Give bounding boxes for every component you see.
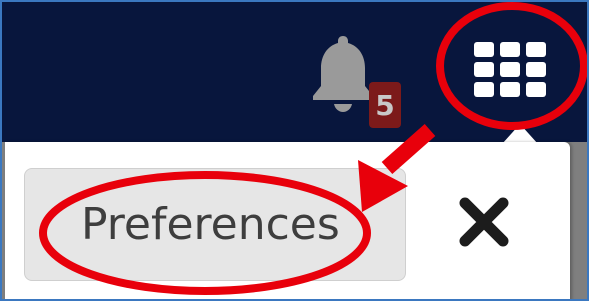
grid-cell (474, 42, 494, 57)
screenshot-frame: 5 Preferences (0, 0, 589, 301)
close-icon (459, 197, 509, 247)
grid-cell (526, 42, 546, 57)
grid-cell (474, 82, 494, 97)
grid-cell (526, 82, 546, 97)
notification-count-badge: 5 (369, 82, 401, 128)
grid-cell (500, 82, 520, 97)
dropdown-caret (502, 124, 538, 144)
grid-cell (526, 62, 546, 77)
grid-cell (500, 42, 520, 57)
grid-cell (500, 62, 520, 77)
apps-menu-button[interactable] (462, 32, 554, 104)
top-navbar: 5 (2, 2, 587, 142)
close-button[interactable] (457, 195, 511, 249)
preferences-button[interactable]: Preferences (24, 168, 406, 281)
grid-cell (474, 62, 494, 77)
